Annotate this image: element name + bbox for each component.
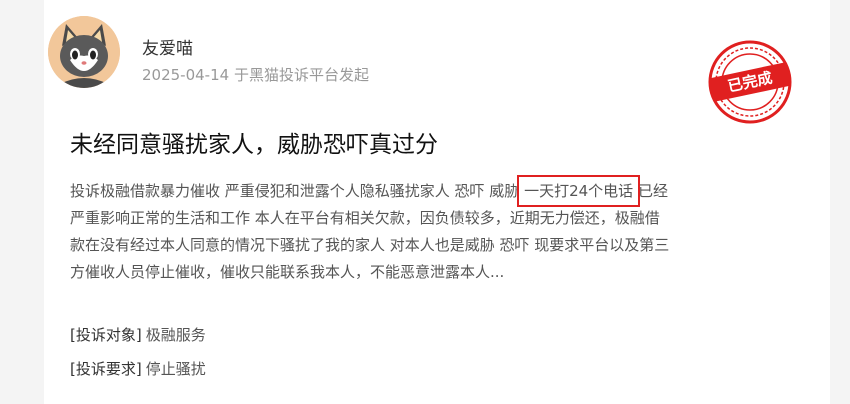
highlighted-phrase: 一天打24个电话 xyxy=(517,175,641,207)
complaint-title[interactable]: 未经同意骚扰家人，威胁恐吓真过分 xyxy=(70,125,438,159)
complaint-body[interactable]: 投诉极融借款暴力催收 严重侵犯和泄露个人隐私骚扰家人 恐吓 威胁 一天打24个电… xyxy=(70,175,786,286)
post-meta: 2025-04-14 于黑猫投诉平台发起 xyxy=(142,64,369,85)
post-origin: 于黑猫投诉平台发起 xyxy=(233,66,369,84)
complaint-card: 友爱喵 2025-04-14 于黑猫投诉平台发起 已完成 未经同意骚扰家人，威胁… xyxy=(44,0,830,404)
cat-avatar-icon[interactable] xyxy=(48,16,120,88)
author-name[interactable]: 友爱喵 xyxy=(142,34,193,59)
body-line: 款在没有经过本人同意的情况下骚扰了我的家人 对本人也是威胁 恐吓 现要求平台以及… xyxy=(70,236,670,254)
body-text-before: 投诉极融借款暴力催收 严重侵犯和泄露个人隐私骚扰家人 恐吓 威胁 xyxy=(70,182,525,200)
complaint-demand-label: [投诉要求] xyxy=(70,360,142,378)
complaint-target-row: [投诉对象] 极融服务 xyxy=(70,324,206,345)
complaint-target-value[interactable]: 极融服务 xyxy=(146,326,206,344)
complaint-target-label: [投诉对象] xyxy=(70,326,142,344)
post-date: 2025-04-14 xyxy=(142,66,230,84)
body-line: 方催收人员停止催收，催收只能联系我本人，不能恶意泄露本人... xyxy=(70,263,505,281)
complaint-demand-value: 停止骚扰 xyxy=(145,360,206,378)
completed-stamp-icon: 已完成 xyxy=(708,40,792,124)
complaint-demand-row: [投诉要求] 停止骚扰 xyxy=(70,358,206,379)
body-line: 严重影响正常的生活和工作 本人在平台有相关欠款，因负债较多，近期无力偿还，极融借 xyxy=(70,209,660,227)
body-text-after: 已经 xyxy=(633,182,668,200)
body-line: 投诉极融借款暴力催收 严重侵犯和泄露个人隐私骚扰家人 恐吓 威胁 一天打24个电… xyxy=(70,175,786,207)
